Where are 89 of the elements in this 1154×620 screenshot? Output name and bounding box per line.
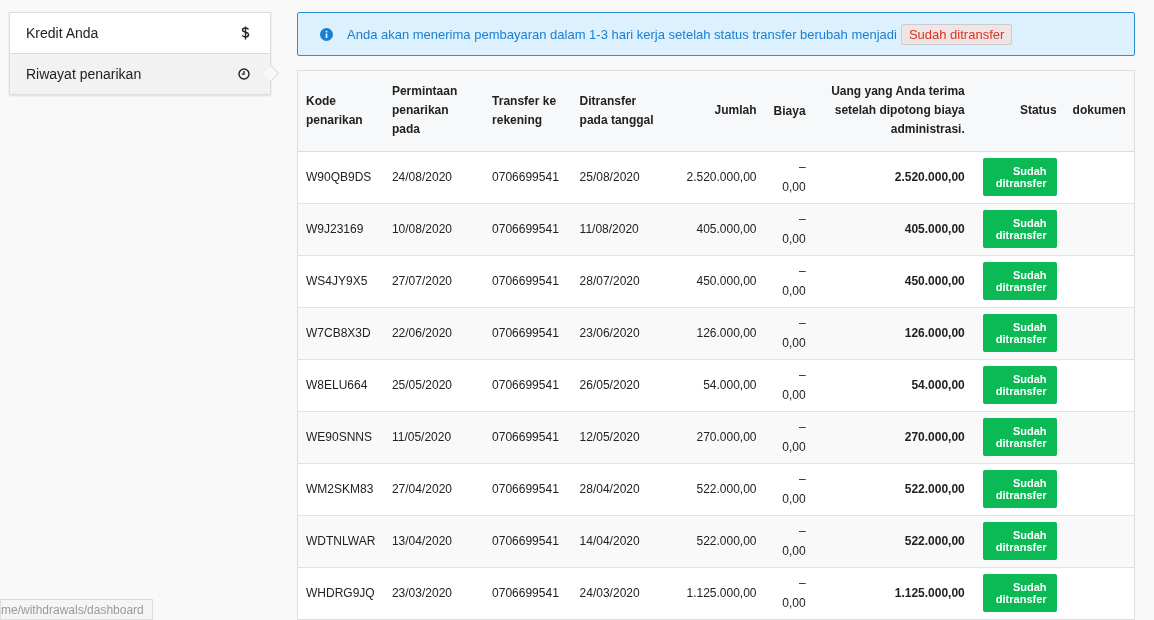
table-cell: 450.000,00 (813, 255, 973, 307)
table-cell: 0706699541 (484, 411, 572, 463)
table-cell: – 0,00 (764, 359, 814, 411)
table-cell: 24/08/2020 (383, 151, 485, 203)
status-badge: Sudah ditransfer (982, 470, 1057, 508)
table-cell: 27/04/2020 (383, 463, 485, 515)
table-cell: 54.000,00 (813, 359, 973, 411)
dollar-icon (241, 26, 250, 40)
table-cell: 126.000,00 (667, 307, 765, 359)
column-header: Biaya (764, 71, 814, 151)
table-cell: 10/08/2020 (383, 203, 485, 255)
info-icon (320, 27, 333, 41)
table-cell: W8ELU664 (298, 359, 384, 411)
table-cell: W90QB9DS (298, 151, 384, 203)
table-cell: 450.000,00 (667, 255, 765, 307)
table-cell: 0706699541 (484, 515, 572, 567)
table-cell: 1.125.000,00 (813, 567, 973, 619)
table-cell: 1.125.000,00 (667, 567, 765, 619)
table-cell: – 0,00 (764, 151, 814, 203)
column-header: Transfer ke rekening (484, 71, 572, 151)
status-url: me/withdrawals/dashboard (0, 599, 153, 620)
table-cell: W7CB8X3D (298, 307, 384, 359)
table-cell: – 0,00 (764, 255, 814, 307)
table-cell: 270.000,00 (667, 411, 765, 463)
table-cell: 25/05/2020 (383, 359, 485, 411)
table-cell: 25/08/2020 (571, 151, 668, 203)
status-badge: Sudah ditransfer (982, 262, 1057, 300)
column-header: Status (972, 71, 1065, 151)
table-cell: 522.000,00 (813, 463, 973, 515)
table-cell: 27/07/2020 (383, 255, 485, 307)
sidebar-item[interactable]: Kredit Anda (10, 13, 270, 54)
table-cell: – 0,00 (764, 203, 814, 255)
column-header: Permintaan penarikan pada (383, 71, 485, 151)
clock-icon (238, 68, 250, 80)
table-cell: – 0,00 (764, 411, 814, 463)
column-header: Jumlah (667, 71, 765, 151)
table-cell: 14/04/2020 (571, 515, 668, 567)
status-badge: Sudah ditransfer (982, 210, 1057, 248)
table-cell: 0706699541 (484, 203, 572, 255)
table-cell: 0706699541 (484, 567, 572, 619)
table-cell: 522.000,00 (813, 515, 973, 567)
table-cell: – 0,00 (764, 307, 814, 359)
table-cell: WE90SNNS (298, 411, 384, 463)
sidebar-item[interactable]: Riwayat penarikan (10, 54, 270, 94)
column-header: dokumen (1064, 71, 1134, 151)
table-cell: 2.520.000,00 (813, 151, 973, 203)
table-cell: 12/05/2020 (571, 411, 668, 463)
status-badge: Sudah ditransfer (982, 158, 1057, 196)
status-badge: Sudah ditransfer (982, 366, 1057, 404)
table-cell: 28/04/2020 (571, 463, 668, 515)
table-cell: 23/06/2020 (571, 307, 668, 359)
table-cell: W9J23169 (298, 203, 384, 255)
table-cell: 11/08/2020 (571, 203, 668, 255)
status-badge: Sudah ditransfer (982, 314, 1057, 352)
table-cell: 405.000,00 (667, 203, 765, 255)
table-cell: WHDRG9JQ (298, 567, 384, 619)
status-badge: Sudah ditransfer (982, 574, 1057, 612)
table-cell: 0706699541 (484, 151, 572, 203)
table-cell: WM2SKM83 (298, 463, 384, 515)
table-cell: 28/07/2020 (571, 255, 668, 307)
table-cell: – 0,00 (764, 463, 814, 515)
table-cell: – 0,00 (764, 515, 814, 567)
table-cell: 405.000,00 (813, 203, 973, 255)
table-cell: WS4JY9X5 (298, 255, 384, 307)
table-cell: 522.000,00 (667, 463, 765, 515)
table-cell: 11/05/2020 (383, 411, 485, 463)
table-cell: – 0,00 (764, 567, 814, 619)
table-cell: 522.000,00 (667, 515, 765, 567)
column-header: Kode penarikan (298, 71, 384, 151)
table-cell: 0706699541 (484, 255, 572, 307)
table-cell: 24/03/2020 (571, 567, 668, 619)
alert-text: Anda akan menerima pembayaran dalam 1-3 hari kerja setelah status transfer berubah menjadi (347, 26, 897, 42)
table-cell: 2.520.000,00 (667, 151, 765, 203)
table-cell: 23/03/2020 (383, 567, 485, 619)
table-cell: 0706699541 (484, 307, 572, 359)
table-cell: 270.000,00 (813, 411, 973, 463)
status-badge: Sudah ditransfer (982, 522, 1057, 560)
column-header: Ditransfer pada tanggal (571, 71, 668, 151)
table-cell: 22/06/2020 (383, 307, 485, 359)
table-cell: 0706699541 (484, 463, 572, 515)
column-header: Uang yang Anda terima setelah dipotong biaya administrasi. (813, 71, 973, 151)
table-cell: 54.000,00 (667, 359, 765, 411)
status-label: Sudah ditransfer (900, 23, 1013, 45)
table-cell: 26/05/2020 (571, 359, 668, 411)
table-cell: WDTNLWAR (298, 515, 384, 567)
table-cell: 126.000,00 (813, 307, 973, 359)
table-cell: 13/04/2020 (383, 515, 485, 567)
status-badge: Sudah ditransfer (982, 418, 1057, 456)
table-cell: 0706699541 (484, 359, 572, 411)
